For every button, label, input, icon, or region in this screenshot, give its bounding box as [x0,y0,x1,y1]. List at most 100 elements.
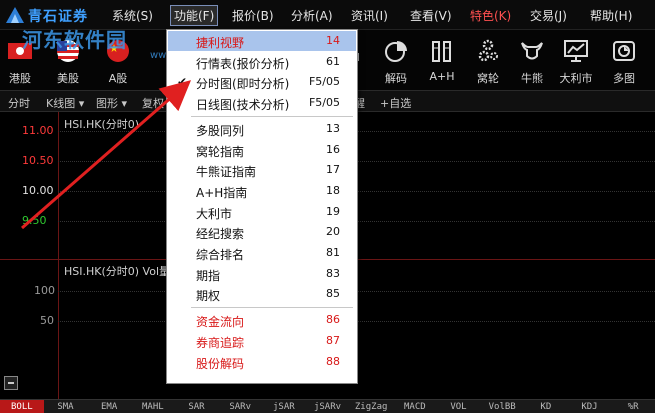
logo-icon [6,7,24,23]
indicator-tab-4[interactable]: SAR [175,400,219,413]
price-panel-title: HSI.HK(分时0) [64,118,140,131]
menu-item-label: 期指 [196,268,221,283]
price-axis-label: 9.50 [22,214,47,227]
toolbar-label: 港股 [9,72,31,85]
bull-icon [519,38,545,64]
menu-item-label: 窝轮指南 [196,144,245,159]
menu-item-shortcut: 20 [326,225,340,239]
menu-item-16[interactable]: 券商追踪 87 [168,331,356,351]
menu-item-8[interactable]: A+H指南 18 [168,181,356,201]
checkmark-icon: ✔ [177,75,188,90]
chart-board-icon [563,38,589,64]
menu-item-2[interactable]: ✔ 分时图(即时分析) F5/05 [168,72,356,92]
toolbar-button-5[interactable]: A+H [422,30,462,90]
menu-item-10[interactable]: 经纪搜索 20 [168,222,356,242]
toolbar-label: A股 [108,72,128,85]
menu-item-11[interactable]: 综合排名 81 [168,243,356,263]
menu-item-12[interactable]: 期指 83 [168,264,356,284]
menu-item-13[interactable]: 期权 85 [168,284,356,304]
toolbar-button-6[interactable]: 窝轮 [468,30,508,90]
menu-item-shortcut: 88 [326,354,340,368]
menu-item-17[interactable]: 股份解码 88 [168,352,356,372]
menu-item-shortcut: 14 [326,34,340,47]
menu-item-shortcut: 83 [326,266,340,280]
indicator-tab-11[interactable]: VolBB [480,400,524,413]
subbar-item-0[interactable]: 分时 [8,95,30,111]
price-axis-label: 11.00 [22,124,54,137]
menu-item-shortcut: F5/05 [308,75,340,89]
menu-item-5[interactable]: 多股同列 13 [168,119,356,139]
menu-0[interactable]: 系统(S) [112,7,153,24]
menu-item-label: A+H指南 [196,185,248,200]
menu-item-shortcut: 19 [326,204,340,218]
menu-item-label: 股份解码 [196,356,245,371]
volume-panel-title: HSI.HK(分时0) Vol量 [64,265,171,278]
menu-item-label: 综合排名 [196,248,245,262]
menu-item-label: 券商追踪 [196,335,245,350]
menu-2[interactable]: 报价(B) [232,7,274,24]
multi-chart-icon [611,38,637,64]
menu-4[interactable]: 资讯(I) [351,7,388,24]
indicator-tab-1[interactable]: SMA [44,400,88,413]
menu-item-label: 捷利视野 [196,36,245,50]
indicator-tab-0[interactable]: BOLL [0,400,44,413]
menu-item-shortcut: F5/05 [308,96,340,110]
toolbar-button-4[interactable]: 解码 [376,30,416,90]
toolbar-label: A+H [429,70,455,83]
indicator-tab-10[interactable]: VOL [437,400,481,413]
collapse-panel-button[interactable] [4,376,18,390]
volume-axis-label: 100 [34,284,55,297]
menu-item-shortcut: 17 [326,163,340,177]
indicator-tab-2[interactable]: EMA [87,400,131,413]
toolbar-label: 多图 [613,72,635,85]
menu-item-label: 牛熊证指南 [196,165,257,180]
subbar-item-5[interactable]: +自选 [380,95,411,111]
menu-item-1[interactable]: 行情表(报价分析) 61 [168,52,356,72]
menu-8[interactable]: 帮助(H) [590,7,632,24]
menu-item-label: 分时图(即时分析) [196,77,290,92]
toolbar-button-9[interactable]: 多图 [604,30,644,90]
indicator-bar: BOLL SMA EMA MAHL SAR SARv jSAR jSARv ZigZag MACD… [0,399,655,413]
menu-item-shortcut: 85 [326,287,340,301]
menu-item-shortcut: 18 [326,183,340,197]
indicator-tab-7[interactable]: jSARv [306,400,350,413]
menu-separator [191,307,353,309]
toolbar-label: 牛熊 [521,72,543,85]
ah-bars-icon [429,38,455,64]
menu-item-shortcut: 61 [326,54,340,68]
subbar-item-2[interactable]: 图形 ▾ [96,95,127,111]
toolbar-button-7[interactable]: 牛熊 [512,30,552,90]
menu-item-3[interactable]: 日线图(技术分析) F5/05 [168,93,356,113]
menu-item-shortcut: 87 [326,333,340,347]
menu-item-7[interactable]: 牛熊证指南 17 [168,160,356,180]
menu-3[interactable]: 分析(A) [291,7,333,24]
menu-5[interactable]: 查看(V) [410,7,452,24]
toolbar-label: 美股 [57,72,79,85]
subbar-item-3[interactable]: 复权 [142,95,164,111]
function-dropdown-menu: 捷利视野 14 行情表(报价分析) 61 ✔ 分时图(即时分析) F5/05 日线图(技术分析… [166,29,358,384]
y-axis-line [58,112,59,400]
menu-item-15[interactable]: 资金流向 86 [168,310,356,330]
menu-item-shortcut: 13 [326,121,340,135]
menu-item-9[interactable]: 大利市 19 [168,202,356,222]
toolbar-button-8[interactable]: 大利市 [556,30,596,90]
indicator-tab-12[interactable]: KD [524,400,568,413]
menu-7[interactable]: 交易(J) [530,7,567,24]
price-axis-label: 10.00 [22,184,54,197]
indicator-tab-8[interactable]: ZigZag [349,400,393,413]
menu-1[interactable]: 功能(F) [170,5,219,26]
indicator-tab-5[interactable]: SARv [218,400,262,413]
menu-item-shortcut: 86 [326,313,340,327]
menu-item-0[interactable]: 捷利视野 14 [168,31,356,51]
indicator-tab-13[interactable]: KDJ [568,400,612,413]
indicator-tab-3[interactable]: MAHL [131,400,175,413]
subbar-item-1[interactable]: K线图 ▾ [46,95,84,111]
indicator-tab-9[interactable]: MACD [393,400,437,413]
indicator-tab-6[interactable]: jSAR [262,400,306,413]
menu-6[interactable]: 特色(K) [470,7,511,24]
volume-axis-label: 50 [40,314,54,327]
indicator-tab-14[interactable]: %R [611,400,655,413]
menu-item-label: 资金流向 [196,315,245,330]
menu-item-6[interactable]: 窝轮指南 16 [168,140,356,160]
menu-item-label: 大利市 [196,206,233,221]
